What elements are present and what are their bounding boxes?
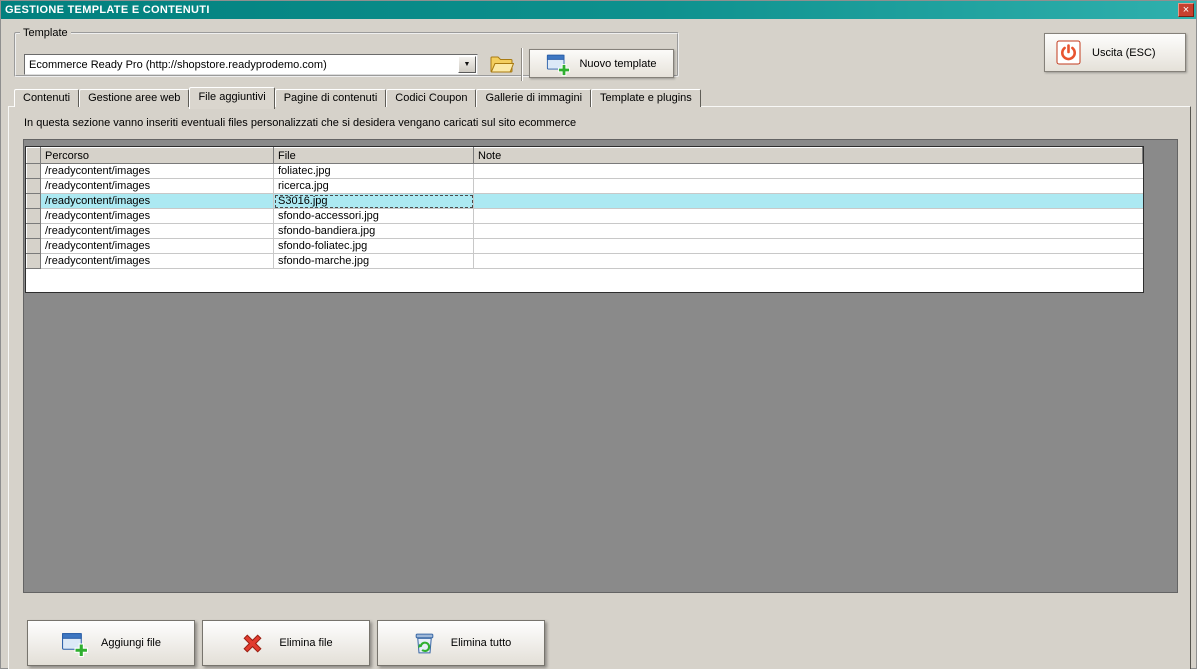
cell-percorso[interactable]: /readycontent/images [40, 223, 274, 239]
exit-button[interactable]: Uscita (ESC) [1044, 33, 1186, 72]
column-header-note[interactable]: Note [473, 147, 1143, 164]
template-combobox-value: Ecommerce Ready Pro (http://shopstore.re… [29, 58, 327, 71]
add-file-icon [61, 630, 89, 657]
tab-gestione-aree-web[interactable]: Gestione aree web [79, 89, 190, 107]
grid-body: /readycontent/images foliatec.jpg/readyco… [26, 163, 1143, 269]
new-template-button[interactable]: Nuovo template [529, 49, 674, 78]
tab-codici-coupon[interactable]: Codici Coupon [386, 89, 477, 107]
cell-file[interactable]: sfondo-bandiera.jpg [273, 223, 474, 239]
folder-icon [490, 54, 514, 74]
add-file-label: Aggiungi file [101, 637, 161, 649]
cell-file[interactable]: ricerca.jpg [273, 178, 474, 194]
template-combobox[interactable]: Ecommerce Ready Pro (http://shopstore.re… [24, 54, 478, 75]
power-icon [1056, 40, 1081, 65]
files-table: Percorso File Note /readycontent/images f… [26, 147, 1143, 269]
tab-template-e-plugins[interactable]: Template e plugins [591, 89, 701, 107]
row-selector[interactable] [26, 163, 41, 179]
cell-file[interactable]: sfondo-marche.jpg [273, 253, 474, 269]
window-body: Template Ecommerce Ready Pro (http://sho… [1, 19, 1196, 669]
close-button[interactable]: × [1178, 3, 1194, 17]
cell-note[interactable] [473, 163, 1143, 179]
toolbar-separator [521, 48, 523, 81]
cell-note[interactable] [473, 238, 1143, 254]
app-window: GESTIONE TEMPLATE E CONTENUTI × Template… [0, 0, 1197, 669]
delete-file-icon [239, 630, 266, 657]
cell-file[interactable]: S3016.jpg [273, 193, 474, 209]
close-icon: × [1182, 4, 1190, 16]
new-template-icon [546, 52, 571, 76]
tab-pagine-di-contenuti[interactable]: Pagine di contenuti [274, 89, 387, 107]
table-row[interactable]: /readycontent/images sfondo-marche.jpg [26, 253, 1143, 269]
chevron-down-icon: ▼ [463, 61, 471, 68]
cell-percorso[interactable]: /readycontent/images [40, 208, 274, 224]
tab-contenuti[interactable]: Contenuti [14, 89, 80, 107]
row-selector[interactable] [26, 178, 41, 194]
cell-note[interactable] [473, 178, 1143, 194]
new-template-label: Nuovo template [579, 57, 657, 70]
info-text: In questa sezione vanno inseriti eventua… [24, 117, 577, 129]
tab-gallerie-di-immagini[interactable]: Gallerie di immagini [476, 89, 592, 107]
table-row[interactable]: /readycontent/images S3016.jpg [26, 193, 1143, 209]
cell-note[interactable] [473, 193, 1143, 209]
template-group: Template Ecommerce Ready Pro (http://sho… [14, 27, 679, 81]
column-header-file[interactable]: File [273, 147, 474, 164]
table-row[interactable]: /readycontent/images foliatec.jpg [26, 163, 1143, 179]
cell-percorso[interactable]: /readycontent/images [40, 253, 274, 269]
delete-file-label: Elimina file [279, 637, 333, 649]
table-row[interactable]: /readycontent/images ricerca.jpg [26, 178, 1143, 194]
delete-all-label: Elimina tutto [450, 637, 512, 649]
header-row: Percorso File Note [26, 147, 1143, 164]
delete-file-button[interactable]: Elimina file [202, 620, 370, 666]
cell-percorso[interactable]: /readycontent/images [40, 193, 274, 209]
tab-file-aggiuntivi[interactable]: File aggiuntivi [189, 87, 275, 109]
exit-label: Uscita (ESC) [1092, 46, 1156, 59]
cell-file[interactable]: sfondo-foliatec.jpg [273, 238, 474, 254]
tab-strip: Contenuti Gestione aree web File aggiuntiv… [14, 86, 701, 109]
delete-all-button[interactable]: Elimina tutto [377, 620, 545, 666]
files-grid: Percorso File Note /readycontent/images f… [25, 146, 1144, 293]
add-file-button[interactable]: Aggiungi file [27, 620, 195, 666]
combo-dropdown-button[interactable]: ▼ [458, 56, 476, 73]
window-title: GESTIONE TEMPLATE E CONTENUTI [5, 4, 210, 16]
trash-icon [411, 630, 438, 657]
cell-percorso[interactable]: /readycontent/images [40, 178, 274, 194]
cell-percorso[interactable]: /readycontent/images [40, 163, 274, 179]
row-selector[interactable] [26, 223, 41, 239]
table-row[interactable]: /readycontent/images sfondo-accessori.jpg [26, 208, 1143, 224]
cell-note[interactable] [473, 253, 1143, 269]
row-selector[interactable] [26, 238, 41, 254]
cell-note[interactable] [473, 208, 1143, 224]
table-row[interactable]: /readycontent/images sfondo-foliatec.jpg [26, 238, 1143, 254]
row-selector[interactable] [26, 253, 41, 269]
cell-note[interactable] [473, 223, 1143, 239]
row-selector-header[interactable] [26, 147, 41, 164]
table-row[interactable]: /readycontent/images sfondo-bandiera.jpg [26, 223, 1143, 239]
cell-percorso[interactable]: /readycontent/images [40, 238, 274, 254]
tab-panel: In questa sezione vanno inseriti eventua… [8, 106, 1191, 669]
cell-file[interactable]: foliatec.jpg [273, 163, 474, 179]
row-selector[interactable] [26, 193, 41, 209]
template-group-label: Template [23, 27, 68, 39]
row-selector[interactable] [26, 208, 41, 224]
column-header-percorso[interactable]: Percorso [40, 147, 274, 164]
open-folder-button[interactable] [488, 50, 516, 78]
grid-panel: Percorso File Note /readycontent/images f… [23, 139, 1178, 593]
title-bar: GESTIONE TEMPLATE E CONTENUTI × [1, 1, 1196, 19]
cell-file[interactable]: sfondo-accessori.jpg [273, 208, 474, 224]
